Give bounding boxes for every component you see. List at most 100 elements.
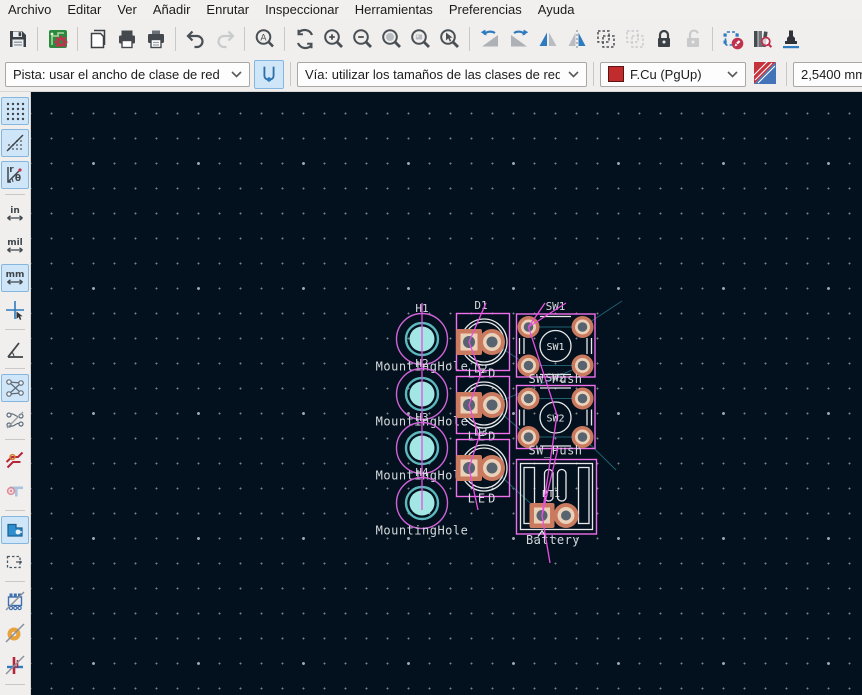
toolbar-separator [244,27,245,51]
footprint-bt1[interactable]: BT1 Battery [517,460,597,548]
stamp-tool-icon [779,27,803,51]
chevron-down-icon [568,71,579,78]
menu-ver[interactable]: Ver [109,0,145,20]
save-icon [6,27,30,51]
grid-select[interactable]: 2,5400 mm [793,62,862,87]
vias-sketch-toggle[interactable] [1,477,29,505]
menu-archivo[interactable]: Archivo [0,0,59,20]
find-button[interactable]: A [250,24,279,53]
stamp-tool-button[interactable] [776,24,805,53]
via-size-select[interactable]: Vía: utilizar los tamaños de las clases … [297,62,587,87]
edit-footprints-icon [721,27,745,51]
pads-sketch-toggle[interactable] [1,619,29,647]
zoom-objects-button[interactable] [406,24,435,53]
zoom-out-icon [351,27,375,51]
zones-filled-toggle[interactable] [1,516,29,544]
grid-overrides-toggle[interactable] [1,129,29,157]
zones-outline-toggle[interactable] [1,548,29,576]
settings-toolbar: Pista: usar el ancho de clase de red Vía… [0,57,862,92]
crosshair-cursor-toggle[interactable] [1,296,29,324]
zoom-out-button[interactable] [348,24,377,53]
toolbar-separator [469,27,470,51]
menu-inspeccionar[interactable]: Inspeccionar [257,0,347,20]
refresh-view-button[interactable] [290,24,319,53]
units-inches-toggle[interactable]: in [1,200,29,228]
page-settings-button[interactable] [83,24,112,53]
toolbar-separator [593,62,594,86]
angle-mode-toggle[interactable] [1,335,29,363]
menu-editar[interactable]: Editar [59,0,109,20]
units-mils-toggle[interactable]: mil [1,232,29,260]
flip-horizontal-button[interactable] [533,24,562,53]
reference-text[interactable]: D1 [474,299,487,312]
track-posture-toggle[interactable] [254,60,284,89]
flip-horizontal-icon [536,27,560,51]
menu-enrutar[interactable]: Enrutar [198,0,257,20]
menu-herramientas[interactable]: Herramientas [347,0,441,20]
svg-text:r: r [9,165,14,175]
curved-ratsnest-icon [4,409,26,431]
footprint-d3[interactable]: D3 LED [456,426,510,506]
curved-ratsnest-toggle[interactable] [1,406,29,434]
pads [530,503,579,528]
menu-preferencias[interactable]: Preferencias [441,0,530,20]
footprints-sketch-toggle[interactable] [1,587,29,615]
pcb-canvas[interactable]: H1 MountingHole H2 MountingHole H3 Mount… [31,92,862,695]
units-inches-icon: in [4,203,26,225]
layer-select[interactable]: F.Cu (PgUp) [600,62,746,87]
value-text[interactable]: Battery [526,533,580,547]
print-button[interactable] [112,24,141,53]
reference-text[interactable]: SW1 [546,300,566,313]
through-hole-sketch-toggle[interactable] [1,651,29,679]
zoom-in-icon [322,27,346,51]
value-text[interactable]: MountingHole [376,524,469,538]
menu-bar: Archivo Editar Ver Añadir Enrutar Inspec… [0,0,862,20]
menu-ayuda[interactable]: Ayuda [530,0,583,20]
layer-pair-button[interactable] [752,60,780,88]
group-button[interactable] [591,24,620,53]
zoom-fit-icon [380,27,404,51]
zones-outline-icon [4,551,26,573]
polar-coordinates-toggle[interactable]: rθ [1,161,29,189]
polar-coordinates-icon: rθ [4,164,26,186]
grid-icon [4,100,26,122]
library-browser-button[interactable] [747,24,776,53]
board-setup-button[interactable] [43,24,72,53]
redo-button[interactable] [210,24,239,53]
ungroup-button[interactable] [620,24,649,53]
edit-footprints-button[interactable] [718,24,747,53]
plot-icon [144,27,168,51]
value-text[interactable]: LED [468,492,499,506]
toolbar-separator [175,27,176,51]
board-setup-icon [46,27,70,51]
reference-text[interactable]: SW2 [546,372,566,385]
ratsnest-visibility-toggle[interactable] [1,374,29,402]
footprints-sketch-icon [4,590,26,612]
crosshair-cursor-icon [4,299,26,321]
tracks-sketch-icon [4,448,26,470]
track-width-select[interactable]: Pista: usar el ancho de clase de red [5,62,250,87]
lock-button[interactable] [649,24,678,53]
plot-button[interactable] [141,24,170,53]
units-mm-icon: mm [4,267,26,289]
undo-button[interactable] [181,24,210,53]
unlock-button[interactable] [678,24,707,53]
layer-pair-icon [753,61,777,85]
tracks-sketch-toggle[interactable] [1,445,29,473]
save-button[interactable] [3,24,32,53]
zoom-fit-button[interactable] [377,24,406,53]
page-settings-icon [86,27,110,51]
rotate-ccw-button[interactable] [475,24,504,53]
value-text[interactable]: SW_Push [528,444,582,458]
grid-visibility-toggle[interactable] [1,97,29,125]
toolbar-separator [5,510,25,511]
silk-label: SW1 [546,342,564,353]
zoom-in-button[interactable] [319,24,348,53]
units-mm-toggle[interactable]: mm [1,264,29,292]
track-width-value: Pista: usar el ancho de clase de red [13,67,220,82]
rotate-cw-icon [507,27,531,51]
zoom-selection-button[interactable] [435,24,464,53]
menu-anadir[interactable]: Añadir [145,0,199,20]
mirror-vertical-button[interactable] [562,24,591,53]
rotate-cw-button[interactable] [504,24,533,53]
